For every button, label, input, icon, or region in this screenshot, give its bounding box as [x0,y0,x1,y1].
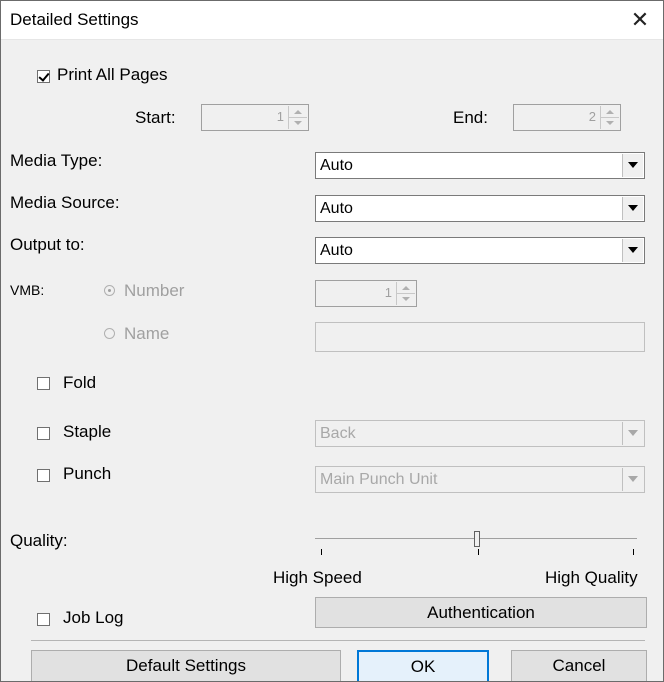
vmb-label: VMB: [10,282,45,298]
vmb-number-value: 1 [384,285,392,300]
punch-checkbox[interactable] [37,469,50,482]
output-to-select[interactable]: Auto [315,237,645,264]
staple-label: Staple [63,422,112,441]
media-source-select[interactable]: Auto [315,195,645,222]
default-settings-button-label: Default Settings [125,656,246,675]
vmb-number-radio[interactable] [104,285,115,296]
ok-button-label: OK [410,656,436,676]
punch-value: Main Punch Unit [320,471,438,488]
title-bar: Detailed Settings ✕ [1,1,663,40]
default-settings-button[interactable]: Default Settings [31,650,341,681]
start-page-value: 1 [276,109,284,124]
quality-label: Quality: [10,531,68,550]
chevron-down-icon[interactable] [622,239,643,262]
vmb-number-label: Number [124,281,185,300]
media-type-value: Auto [320,157,353,174]
punch-label: Punch [63,464,112,483]
slider-thumb[interactable] [474,531,480,547]
media-type-select[interactable]: Auto [315,152,645,179]
authentication-button[interactable]: Authentication [315,597,647,628]
slider-tick [478,549,479,555]
staple-checkbox[interactable] [37,427,50,440]
ok-button[interactable]: OK [357,650,489,681]
authentication-button-label: Authentication [427,602,535,622]
vmb-number-spinner[interactable]: 1 [315,280,417,307]
detailed-settings-dialog: Detailed Settings ✕ Print All Pages Star… [0,0,664,682]
output-to-label: Output to: [10,235,85,254]
dialog-title: Detailed Settings [10,10,139,29]
end-label: End: [453,108,488,127]
close-button[interactable]: ✕ [617,1,663,39]
end-page-value: 2 [588,109,596,124]
slider-tick [633,549,634,555]
staple-value: Back [320,425,356,442]
fold-label: Fold [63,373,97,392]
fold-checkbox[interactable] [37,377,50,390]
cancel-button-label: Cancel [552,656,606,675]
footer-divider [31,640,645,641]
media-source-value: Auto [320,200,353,217]
print-all-pages-label: Print All Pages [57,65,168,84]
media-source-label: Media Source: [10,193,120,212]
start-label: Start: [135,108,176,127]
media-type-label: Media Type: [10,151,103,170]
job-log-label: Job Log [63,608,124,627]
chevron-down-icon[interactable] [622,468,643,491]
close-icon: ✕ [630,7,650,32]
start-page-spinner[interactable]: 1 [201,104,309,131]
quality-min-label: High Speed [273,568,362,587]
chevron-down-icon[interactable] [622,422,643,445]
output-to-value: Auto [320,242,353,259]
staple-select[interactable]: Back [315,420,645,447]
print-all-pages-checkbox[interactable] [37,70,50,83]
quality-max-label: High Quality [545,568,638,587]
vmb-name-radio[interactable] [104,328,115,339]
chevron-down-icon[interactable] [622,154,643,177]
job-log-checkbox[interactable] [37,613,50,626]
slider-tick [321,549,322,555]
punch-select[interactable]: Main Punch Unit [315,466,645,493]
chevron-down-icon[interactable] [622,197,643,220]
vmb-name-label: Name [124,324,170,343]
quality-slider[interactable] [315,531,637,555]
cancel-button[interactable]: Cancel [511,650,647,681]
vmb-name-field[interactable] [315,322,645,352]
end-page-spinner[interactable]: 2 [513,104,621,131]
